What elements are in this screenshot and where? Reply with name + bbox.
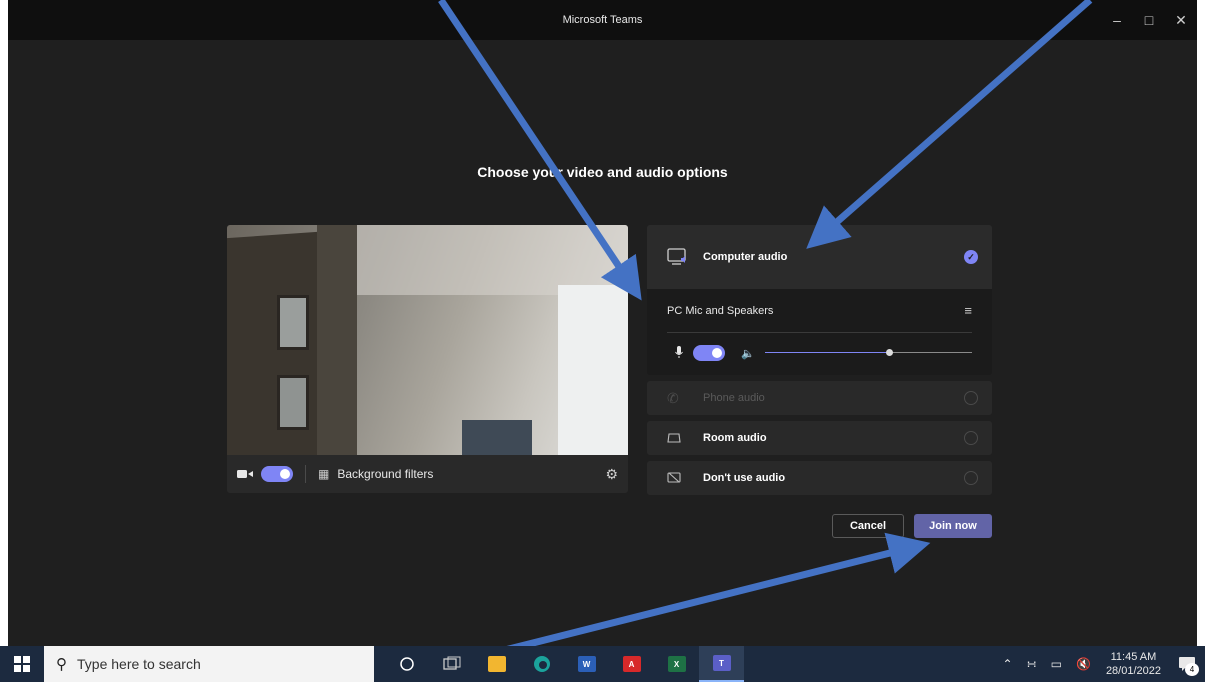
cortana-icon[interactable] (384, 646, 429, 682)
battery-icon[interactable]: ▭ (1044, 657, 1069, 671)
clock-date: 28/01/2022 (1105, 665, 1161, 677)
left-edge-strip (0, 0, 8, 646)
gear-icon[interactable]: ⚙ (605, 466, 618, 483)
clock-time: 11:45 AM (1110, 651, 1157, 663)
speaker-volume-slider[interactable] (764, 347, 972, 359)
mic-toggle[interactable] (693, 345, 725, 361)
maximize-button[interactable]: □ (1133, 0, 1165, 40)
sliders-icon[interactable]: ≡ (964, 303, 972, 318)
phone-audio-option[interactable]: ✆ Phone audio (647, 381, 992, 415)
background-filters-button[interactable]: Background filters (337, 467, 433, 481)
teams-icon[interactable]: T (699, 646, 744, 682)
cancel-button[interactable]: Cancel (832, 514, 904, 538)
notification-count-badge: 4 (1185, 663, 1199, 676)
room-audio-radio[interactable] (964, 431, 978, 445)
camera-toggle[interactable] (261, 466, 293, 482)
phone-audio-radio[interactable] (964, 391, 978, 405)
excel-icon[interactable]: X (654, 646, 699, 682)
action-buttons: Cancel Join now (647, 514, 992, 538)
phone-icon: ✆ (667, 389, 679, 406)
acrobat-icon[interactable]: A (609, 646, 654, 682)
right-edge-strip (1197, 0, 1205, 646)
device-settings-block: PC Mic and Speakers ≡ 🔈 (647, 289, 992, 375)
window-title: Microsoft Teams (562, 14, 643, 26)
phone-audio-label: Phone audio (703, 392, 765, 404)
video-controls-bar: ▦ Background filters ⚙ (227, 455, 628, 493)
computer-audio-radio[interactable]: ✓ (964, 250, 978, 264)
system-tray: ⌃ ∺ ▭ 🔇 11:45 AM 28/01/2022 4 (996, 646, 1205, 682)
taskbar: ⚲ Type here to search W A X T ⌃ ∺ ▭ 🔇 11… (0, 646, 1205, 682)
window-controls: – □ ✕ (1101, 0, 1197, 40)
camera-icon (237, 468, 255, 480)
no-audio-icon (667, 472, 693, 484)
volume-thumb[interactable] (886, 349, 894, 356)
taskbar-search[interactable]: ⚲ Type here to search (44, 646, 374, 682)
close-button[interactable]: ✕ (1165, 0, 1197, 40)
background-filter-icon: ▦ (318, 467, 330, 481)
word-icon[interactable]: W (564, 646, 609, 682)
prejoin-stage: Choose your video and audio options ▦ Ba… (8, 40, 1197, 646)
room-icon (667, 432, 693, 444)
task-view-icon[interactable] (429, 646, 474, 682)
no-audio-option[interactable]: Don't use audio (647, 461, 992, 495)
speaker-icon: 🔈 (741, 347, 755, 360)
no-audio-label: Don't use audio (703, 472, 786, 484)
video-preview-panel: ▦ Background filters ⚙ (227, 225, 628, 493)
no-audio-radio[interactable] (964, 471, 978, 485)
monitor-speaker-icon (667, 248, 693, 266)
notification-center-button[interactable]: 4 (1169, 646, 1205, 682)
microphone-icon (675, 345, 687, 361)
search-icon: ⚲ (56, 656, 67, 673)
camera-preview (227, 225, 628, 455)
minimize-button[interactable]: – (1101, 0, 1133, 40)
volume-muted-icon[interactable]: 🔇 (1069, 657, 1098, 671)
device-label: PC Mic and Speakers (667, 304, 774, 317)
chevron-up-icon[interactable]: ⌃ (996, 657, 1020, 671)
room-audio-label: Room audio (703, 432, 767, 444)
page-title: Choose your video and audio options (477, 164, 728, 180)
room-audio-option[interactable]: Room audio (647, 421, 992, 455)
file-explorer-icon[interactable] (474, 646, 519, 682)
computer-audio-label: Computer audio (703, 251, 788, 263)
title-bar: Microsoft Teams – □ ✕ (8, 0, 1197, 40)
computer-audio-option[interactable]: Computer audio ✓ (647, 225, 992, 289)
search-placeholder: Type here to search (77, 656, 201, 672)
join-now-button[interactable]: Join now (914, 514, 992, 538)
clock[interactable]: 11:45 AM 28/01/2022 (1098, 650, 1169, 678)
wifi-icon[interactable]: ∺ (1020, 657, 1044, 671)
windows-start-icon[interactable] (0, 646, 44, 682)
edge-icon[interactable] (519, 646, 564, 682)
audio-options-panel: Computer audio ✓ PC Mic and Speakers ≡ 🔈 (647, 225, 992, 501)
